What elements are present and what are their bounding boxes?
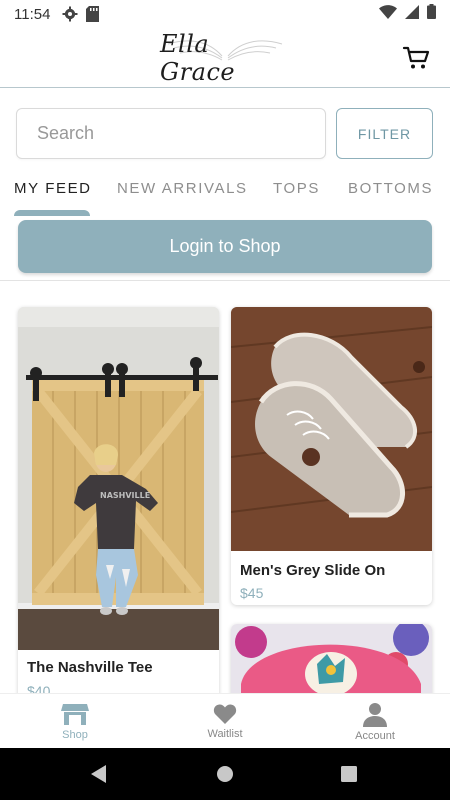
nav-label: Shop bbox=[62, 729, 88, 741]
search-placeholder: Search bbox=[37, 123, 95, 143]
product-grid: NASHVILLE The Nashville Tee $40 Men's Gr… bbox=[0, 282, 450, 693]
bottom-navigation: Shop Waitlist Account bbox=[0, 693, 450, 748]
back-icon[interactable] bbox=[88, 763, 110, 785]
cart-button[interactable] bbox=[402, 44, 430, 72]
app-header: Ella Grace bbox=[0, 28, 450, 88]
logo-text: Ella Grace bbox=[160, 30, 236, 86]
account-icon bbox=[363, 703, 387, 727]
login-to-shop-button[interactable]: Login to Shop bbox=[18, 220, 432, 273]
heart-icon bbox=[213, 704, 237, 724]
product-image-nashville-tee: NASHVILLE bbox=[18, 307, 219, 650]
status-bar: 11:54 bbox=[0, 0, 450, 28]
store-icon bbox=[61, 704, 89, 725]
brand-logo[interactable]: Ella Grace bbox=[160, 30, 290, 86]
sd-card-icon bbox=[86, 6, 100, 22]
nav-label: Waitlist bbox=[207, 728, 243, 740]
home-icon[interactable] bbox=[214, 763, 236, 785]
category-tabs: MY FEED NEW ARRIVALS TOPS BOTTOMS bbox=[0, 172, 450, 216]
settings-icon bbox=[62, 6, 78, 22]
nav-shop[interactable]: Shop bbox=[0, 694, 150, 749]
product-card-pink-hat[interactable] bbox=[231, 624, 432, 693]
divider bbox=[0, 280, 450, 281]
wifi-icon bbox=[379, 4, 397, 24]
filter-button[interactable]: FILTER bbox=[336, 108, 433, 159]
battery-icon bbox=[427, 4, 436, 24]
tab-bottoms[interactable]: BOTTOMS bbox=[348, 180, 433, 197]
nav-waitlist[interactable]: Waitlist bbox=[150, 694, 300, 749]
product-price: $40 bbox=[27, 683, 51, 693]
svg-text:NASHVILLE: NASHVILLE bbox=[100, 491, 150, 500]
system-navigation-bar bbox=[0, 748, 450, 800]
product-price: $45 bbox=[240, 585, 264, 601]
product-name: Men's Grey Slide On bbox=[240, 562, 386, 579]
product-image-grey-slide-on bbox=[231, 307, 432, 551]
tab-new-arrivals[interactable]: NEW ARRIVALS bbox=[117, 180, 248, 197]
recents-icon[interactable] bbox=[338, 763, 360, 785]
cart-icon bbox=[402, 46, 430, 69]
signal-icon bbox=[405, 4, 419, 24]
product-name: The Nashville Tee bbox=[27, 659, 153, 676]
status-time: 11:54 bbox=[14, 5, 51, 23]
product-card-grey-slide-on[interactable]: Men's Grey Slide On $45 bbox=[231, 307, 432, 605]
product-image-pink-hat bbox=[231, 624, 432, 693]
nav-account[interactable]: Account bbox=[300, 694, 450, 749]
nav-label: Account bbox=[355, 730, 395, 742]
search-input[interactable]: Search bbox=[16, 108, 326, 159]
tab-tops[interactable]: TOPS bbox=[273, 180, 320, 197]
tab-my-feed[interactable]: MY FEED bbox=[14, 180, 92, 197]
tab-active-indicator bbox=[14, 210, 90, 216]
product-card-nashville-tee[interactable]: NASHVILLE The Nashville Tee $40 bbox=[18, 307, 219, 693]
